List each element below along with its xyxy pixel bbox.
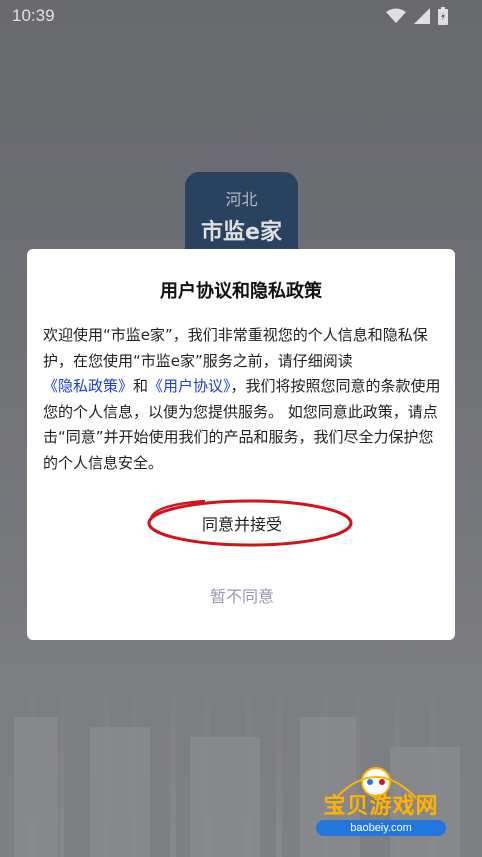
decline-button[interactable]: 暂不同意 [157, 579, 327, 611]
privacy-policy-link[interactable]: 《隐私政策》 [43, 377, 133, 395]
dialog-body-intro: 欢迎使用“市监e家”，我们非常重视您的个人信息和隐私保护，在您使用“市监e家”服… [43, 326, 428, 370]
watermark-url: baobeiy.com [316, 820, 446, 836]
user-agreement-link[interactable]: 《用户协议》 [148, 377, 231, 395]
accept-button[interactable]: 同意并接受 [137, 503, 347, 543]
watermark-logo: 宝贝游戏网 baobeiy.com [296, 760, 466, 844]
privacy-dialog: 用户协议和隐私政策 欢迎使用“市监e家”，我们非常重视您的个人信息和隐私保护，在… [27, 249, 455, 640]
dialog-title: 用户协议和隐私政策 [160, 281, 322, 302]
watermark-title: 宝贝游戏网 [323, 794, 439, 819]
dialog-body-and: 和 [133, 377, 149, 395]
dialog-body: 欢迎使用“市监e家”，我们非常重视您的个人信息和隐私保护，在您使用“市监e家”服… [43, 323, 441, 476]
